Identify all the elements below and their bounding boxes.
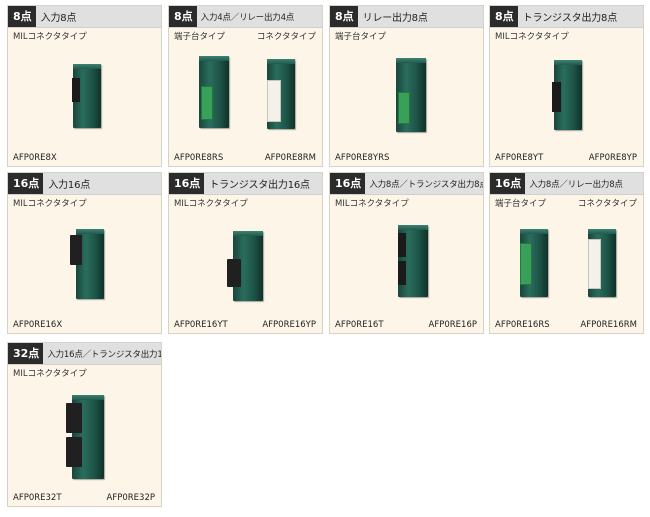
type-label: MILコネクタタイプ bbox=[495, 32, 569, 42]
product-card-afp0re8yt: 8点 トランジスタ出力8点 MILコネクタタイプ AFP0RE8YT AFP0RE… bbox=[489, 5, 644, 167]
model-code: AFP0RE8YT bbox=[495, 153, 544, 163]
point-count-badge: 8点 bbox=[330, 6, 358, 27]
type-label: MILコネクタタイプ bbox=[335, 199, 409, 209]
model-code-right: AFP0RE16YP bbox=[262, 320, 316, 330]
product-card-afp0re16x: 16点 入力16点 MILコネクタタイプ AFP0RE16X bbox=[7, 172, 162, 334]
model-code: AFP0RE32T bbox=[13, 493, 62, 503]
product-card-afp0re32t: 32点 入力16点／トランジスタ出力16点 MILコネクタタイプ AFP0RE3… bbox=[7, 342, 162, 507]
type-label: MILコネクタタイプ bbox=[13, 32, 87, 42]
point-count-badge: 16点 bbox=[8, 173, 44, 194]
type-label: 端子台タイプ bbox=[495, 199, 547, 209]
product-card-afp0re8rs: 8点 入力4点／リレー出力4点 端子台タイプ コネクタタイプ AFP0RE8RS A… bbox=[168, 5, 323, 167]
card-title: 入力16点 bbox=[48, 180, 91, 191]
card-header: 32点 入力16点／トランジスタ出力16点 bbox=[8, 343, 161, 365]
model-code-right: AFP0RE32P bbox=[106, 493, 155, 503]
point-count-badge: 8点 bbox=[8, 6, 36, 27]
type-label: MILコネクタタイプ bbox=[13, 369, 87, 379]
card-header: 8点 入力4点／リレー出力4点 bbox=[169, 6, 322, 28]
card-header: 16点 トランジスタ出力16点 bbox=[169, 173, 322, 195]
product-card-afp0re8x: 8点 入力8点 MILコネクタタイプ AFP0RE8X bbox=[7, 5, 162, 167]
model-code: AFP0RE16T bbox=[335, 320, 384, 330]
point-count-badge: 32点 bbox=[8, 343, 44, 364]
card-title: トランジスタ出力8点 bbox=[522, 13, 618, 24]
card-title: 入力16点／トランジスタ出力16点 bbox=[47, 349, 161, 360]
model-code-right: AFP0RE8YP bbox=[588, 153, 637, 163]
card-title: トランジスタ出力16点 bbox=[209, 180, 310, 191]
type-label: MILコネクタタイプ bbox=[13, 199, 87, 209]
model-code-right: AFP0RE16RM bbox=[580, 320, 637, 330]
product-card-afp0re8yrs: 8点 リレー出力8点 端子台タイプ AFP0RE8YRS bbox=[329, 5, 484, 167]
card-header: 8点 リレー出力8点 bbox=[330, 6, 483, 28]
type-label-right: コネクタタイプ bbox=[577, 199, 637, 209]
model-code-right: AFP0RE8RM bbox=[264, 153, 316, 163]
card-title: リレー出力8点 bbox=[362, 13, 428, 24]
model-code: AFP0RE16RS bbox=[495, 320, 550, 330]
point-count-badge: 8点 bbox=[490, 6, 518, 27]
type-label-right: コネクタタイプ bbox=[256, 32, 316, 42]
model-code: AFP0RE16YT bbox=[174, 320, 228, 330]
card-header: 16点 入力8点／トランジスタ出力8点 bbox=[330, 173, 483, 195]
model-code: AFP0RE8RS bbox=[174, 153, 224, 163]
type-label: 端子台タイプ bbox=[174, 32, 226, 42]
product-card-afp0re16t: 16点 入力8点／トランジスタ出力8点 MILコネクタタイプ AFP0RE16T… bbox=[329, 172, 484, 334]
point-count-badge: 16点 bbox=[169, 173, 205, 194]
model-code-right: AFP0RE16P bbox=[428, 320, 477, 330]
card-header: 8点 トランジスタ出力8点 bbox=[490, 6, 643, 28]
point-count-badge: 16点 bbox=[490, 173, 526, 194]
model-code: AFP0RE8YRS bbox=[335, 153, 390, 163]
product-card-afp0re16yt: 16点 トランジスタ出力16点 MILコネクタタイプ AFP0RE16YT AFP… bbox=[168, 172, 323, 334]
type-label: 端子台タイプ bbox=[335, 32, 387, 42]
card-header: 8点 入力8点 bbox=[8, 6, 161, 28]
type-label: MILコネクタタイプ bbox=[174, 199, 248, 209]
model-code: AFP0RE16X bbox=[13, 320, 63, 330]
product-card-afp0re16rs: 16点 入力8点／リレー出力8点 端子台タイプ コネクタタイプ AFP0RE16R… bbox=[489, 172, 644, 334]
card-title: 入力8点／トランジスタ出力8点 bbox=[369, 179, 483, 190]
card-header: 16点 入力16点 bbox=[8, 173, 161, 195]
card-title: 入力8点 bbox=[40, 13, 77, 24]
point-count-badge: 16点 bbox=[330, 173, 366, 194]
model-code: AFP0RE8X bbox=[13, 153, 57, 163]
card-title: 入力8点／リレー出力8点 bbox=[529, 179, 623, 190]
point-count-badge: 8点 bbox=[169, 6, 197, 27]
card-header: 16点 入力8点／リレー出力8点 bbox=[490, 173, 643, 195]
card-title: 入力4点／リレー出力4点 bbox=[200, 12, 295, 23]
